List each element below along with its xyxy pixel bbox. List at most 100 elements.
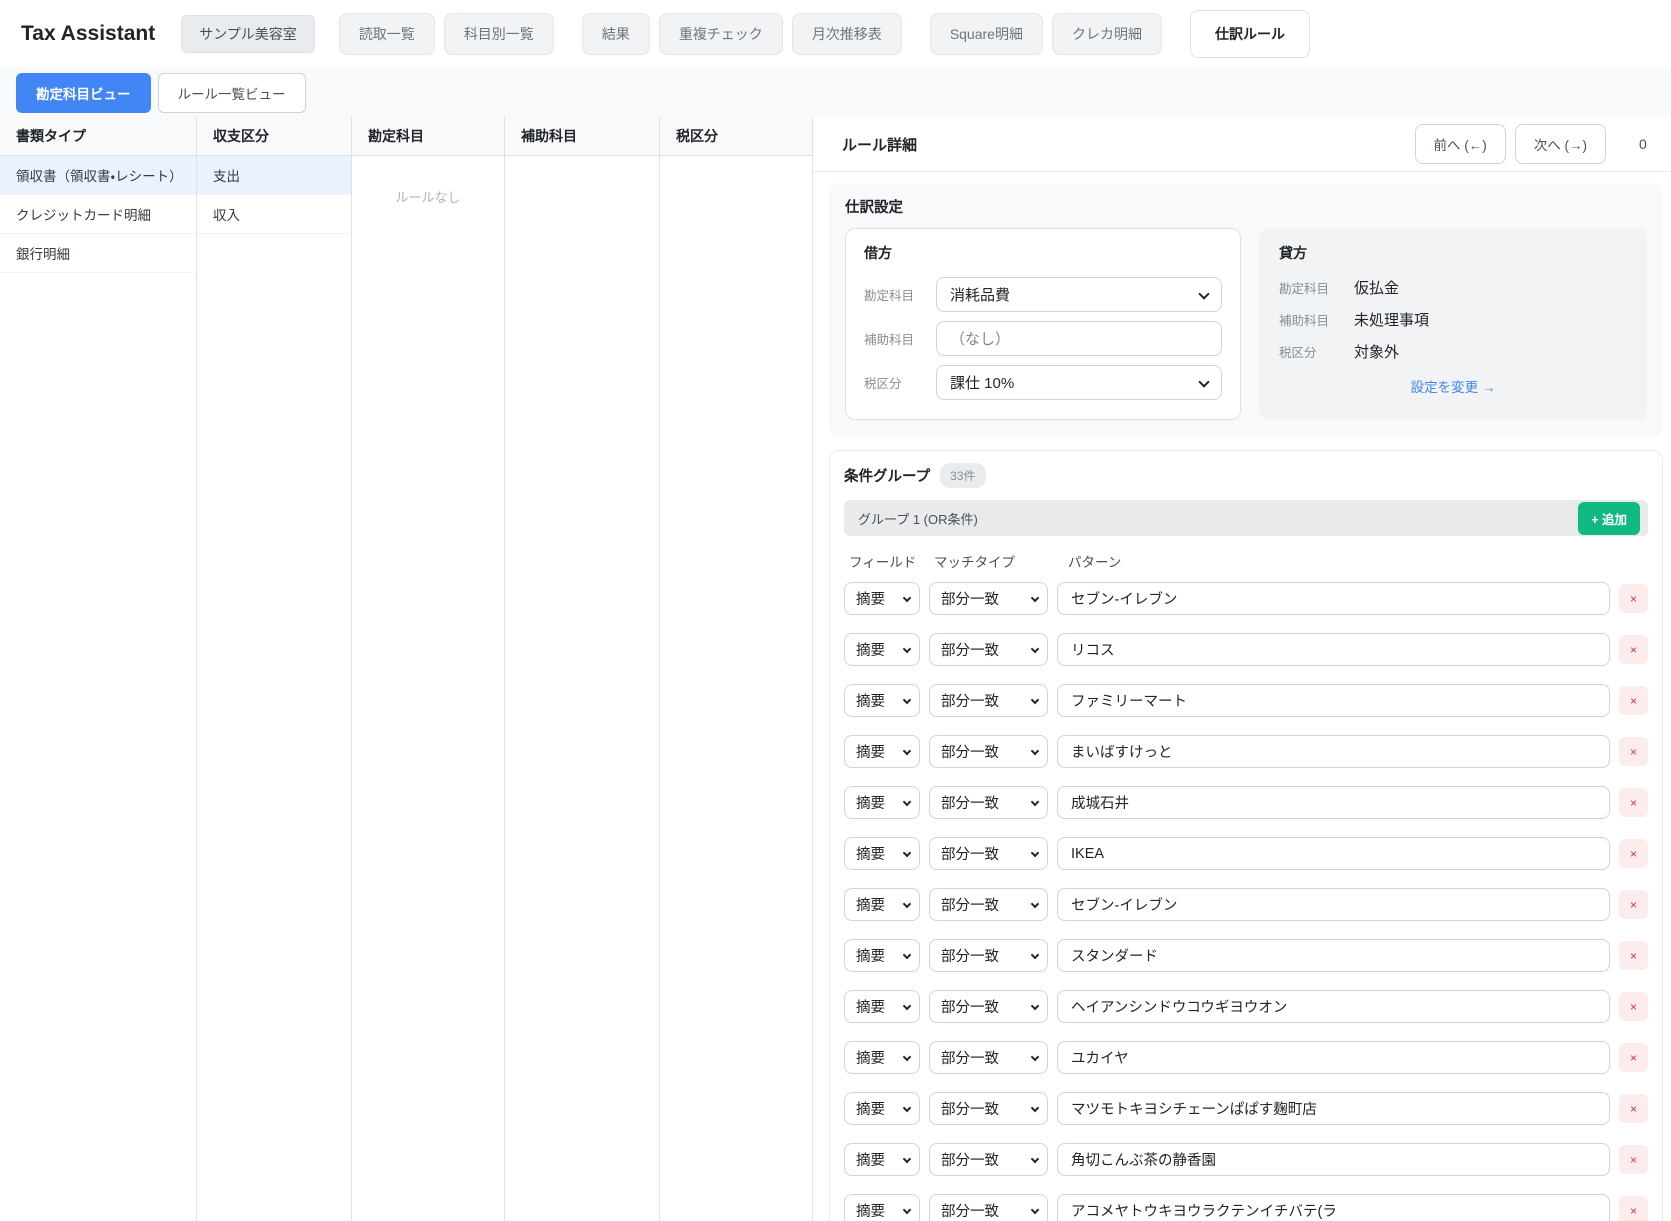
match-type-select[interactable]: 部分一致 [929, 684, 1048, 717]
remove-condition-button[interactable]: × [1619, 635, 1648, 664]
remove-condition-button[interactable]: × [1619, 992, 1648, 1021]
match-type-select-value: 部分一致 [941, 1200, 999, 1221]
remove-condition-button[interactable]: × [1619, 1043, 1648, 1072]
match-type-select[interactable]: 部分一致 [929, 633, 1048, 666]
match-type-select[interactable]: 部分一致 [929, 1092, 1048, 1125]
field-select[interactable]: 摘要 [844, 633, 920, 666]
next-rule-button[interactable]: 次へ (→) [1515, 124, 1606, 164]
top-header: Tax Assistant サンプル美容室 読取一覧 科目別一覧 結果 重複チェ… [0, 0, 1671, 68]
doc-type-item-bank[interactable]: 銀行明細 [0, 234, 196, 273]
pattern-input[interactable] [1057, 1041, 1610, 1074]
condition-row: 摘要 部分一致 × [844, 582, 1648, 615]
pattern-input[interactable] [1057, 888, 1610, 921]
match-type-select[interactable]: 部分一致 [929, 735, 1048, 768]
chevron-down-icon [1198, 376, 1209, 387]
field-select[interactable]: 摘要 [844, 888, 920, 921]
field-select[interactable]: 摘要 [844, 1041, 920, 1074]
field-select[interactable]: 摘要 [844, 837, 920, 870]
pattern-input[interactable] [1057, 633, 1610, 666]
field-select[interactable]: 摘要 [844, 582, 920, 615]
remove-condition-button[interactable]: × [1619, 686, 1648, 715]
remove-condition-button[interactable]: × [1619, 1145, 1648, 1174]
credit-sub-account-row: 補助科目 未処理事項 [1279, 309, 1627, 330]
remove-condition-button[interactable]: × [1619, 1094, 1648, 1123]
tab-by-account[interactable]: 科目別一覧 [444, 13, 554, 55]
journal-settings-title: 仕訳設定 [845, 196, 1647, 217]
tab-reading-list[interactable]: 読取一覧 [339, 13, 435, 55]
credit-title: 貸方 [1279, 243, 1627, 263]
pattern-input[interactable] [1057, 582, 1610, 615]
flow-type-item-expense[interactable]: 支出 [197, 156, 351, 195]
column-header-account: 勘定科目 [352, 117, 504, 156]
field-select-value: 摘要 [856, 1200, 885, 1221]
tab-credit-card-statement[interactable]: クレカ明細 [1052, 13, 1162, 55]
field-select[interactable]: 摘要 [844, 939, 920, 972]
tab-journal-rules[interactable]: 仕訳ルール [1190, 10, 1310, 58]
remove-condition-button[interactable]: × [1619, 890, 1648, 919]
add-condition-button[interactable]: + 追加 [1578, 502, 1640, 535]
column-header-doc-type: 書類タイプ [0, 117, 196, 156]
match-type-select[interactable]: 部分一致 [929, 888, 1048, 921]
match-type-select[interactable]: 部分一致 [929, 1143, 1048, 1176]
tab-group-statements: Square明細 クレカ明細 [930, 13, 1162, 55]
debit-account-value: 消耗品費 [950, 284, 1010, 305]
remove-condition-button[interactable]: × [1619, 788, 1648, 817]
condition-rows: 摘要 部分一致 × 摘要 部分一致 × 摘要 部分一致 × [844, 582, 1648, 1221]
match-type-select[interactable]: 部分一致 [929, 990, 1048, 1023]
pattern-input[interactable] [1057, 1092, 1610, 1125]
field-select[interactable]: 摘要 [844, 735, 920, 768]
match-type-select[interactable]: 部分一致 [929, 1041, 1048, 1074]
tab-duplicate-check[interactable]: 重複チェック [659, 13, 783, 55]
chevron-down-icon [903, 1053, 911, 1061]
rule-list-view-button[interactable]: ルール一覧ビュー [158, 73, 306, 113]
pattern-input[interactable] [1057, 684, 1610, 717]
tab-square-statement[interactable]: Square明細 [930, 13, 1043, 55]
pattern-input[interactable] [1057, 1143, 1610, 1176]
prev-rule-button[interactable]: 前へ (←) [1415, 124, 1506, 164]
pattern-input[interactable] [1057, 1194, 1610, 1221]
match-type-select[interactable]: 部分一致 [929, 786, 1048, 819]
field-select[interactable]: 摘要 [844, 1092, 920, 1125]
remove-condition-button[interactable]: × [1619, 584, 1648, 613]
field-select[interactable]: 摘要 [844, 990, 920, 1023]
match-type-select[interactable]: 部分一致 [929, 1194, 1048, 1221]
field-select-value: 摘要 [856, 639, 885, 660]
field-select[interactable]: 摘要 [844, 1194, 920, 1221]
match-type-select[interactable]: 部分一致 [929, 837, 1048, 870]
column-header-flow-type: 収支区分 [197, 117, 351, 156]
pattern-input[interactable] [1057, 735, 1610, 768]
match-type-select[interactable]: 部分一致 [929, 939, 1048, 972]
remove-condition-button[interactable]: × [1619, 737, 1648, 766]
remove-condition-button[interactable]: × [1619, 941, 1648, 970]
condition-group-title: グループ 1 (OR条件) [858, 509, 978, 528]
pattern-input[interactable] [1057, 939, 1610, 972]
field-select-value: 摘要 [856, 945, 885, 966]
debit-account-select[interactable]: 消耗品費 [936, 277, 1222, 312]
pattern-input[interactable] [1057, 786, 1610, 819]
account-view-button[interactable]: 勘定科目ビュー [16, 73, 151, 113]
remove-condition-button[interactable]: × [1619, 1196, 1648, 1221]
tab-group-results: 結果 重複チェック 月次推移表 [582, 13, 902, 55]
field-select[interactable]: 摘要 [844, 1143, 920, 1176]
change-settings-link[interactable]: 設定を変更 → [1411, 380, 1496, 395]
tab-results[interactable]: 結果 [582, 13, 650, 55]
tab-monthly-trend[interactable]: 月次推移表 [792, 13, 902, 55]
field-select-value: 摘要 [856, 1098, 885, 1119]
debit-tax-value: 課仕 10% [950, 372, 1014, 393]
condition-row: 摘要 部分一致 × [844, 990, 1648, 1023]
condition-group-bar: グループ 1 (OR条件) + 追加 [844, 500, 1648, 536]
flow-type-item-income[interactable]: 収入 [197, 195, 351, 234]
field-select[interactable]: 摘要 [844, 684, 920, 717]
debit-tax-label: 税区分 [864, 373, 936, 392]
doc-type-item-receipt[interactable]: 領収書（領収書・レシート） [0, 156, 196, 195]
doc-type-item-credit-card[interactable]: クレジットカード明細 [0, 195, 196, 234]
pattern-input[interactable] [1057, 837, 1610, 870]
rule-browser: 書類タイプ 領収書（領収書・レシート） クレジットカード明細 銀行明細 収支区分… [0, 117, 813, 1221]
remove-condition-button[interactable]: × [1619, 839, 1648, 868]
debit-sub-account-input[interactable] [936, 321, 1222, 356]
match-type-select[interactable]: 部分一致 [929, 582, 1048, 615]
pattern-input[interactable] [1057, 990, 1610, 1023]
field-select[interactable]: 摘要 [844, 786, 920, 819]
profile-chip[interactable]: サンプル美容室 [181, 15, 315, 53]
debit-tax-select[interactable]: 課仕 10% [936, 365, 1222, 400]
